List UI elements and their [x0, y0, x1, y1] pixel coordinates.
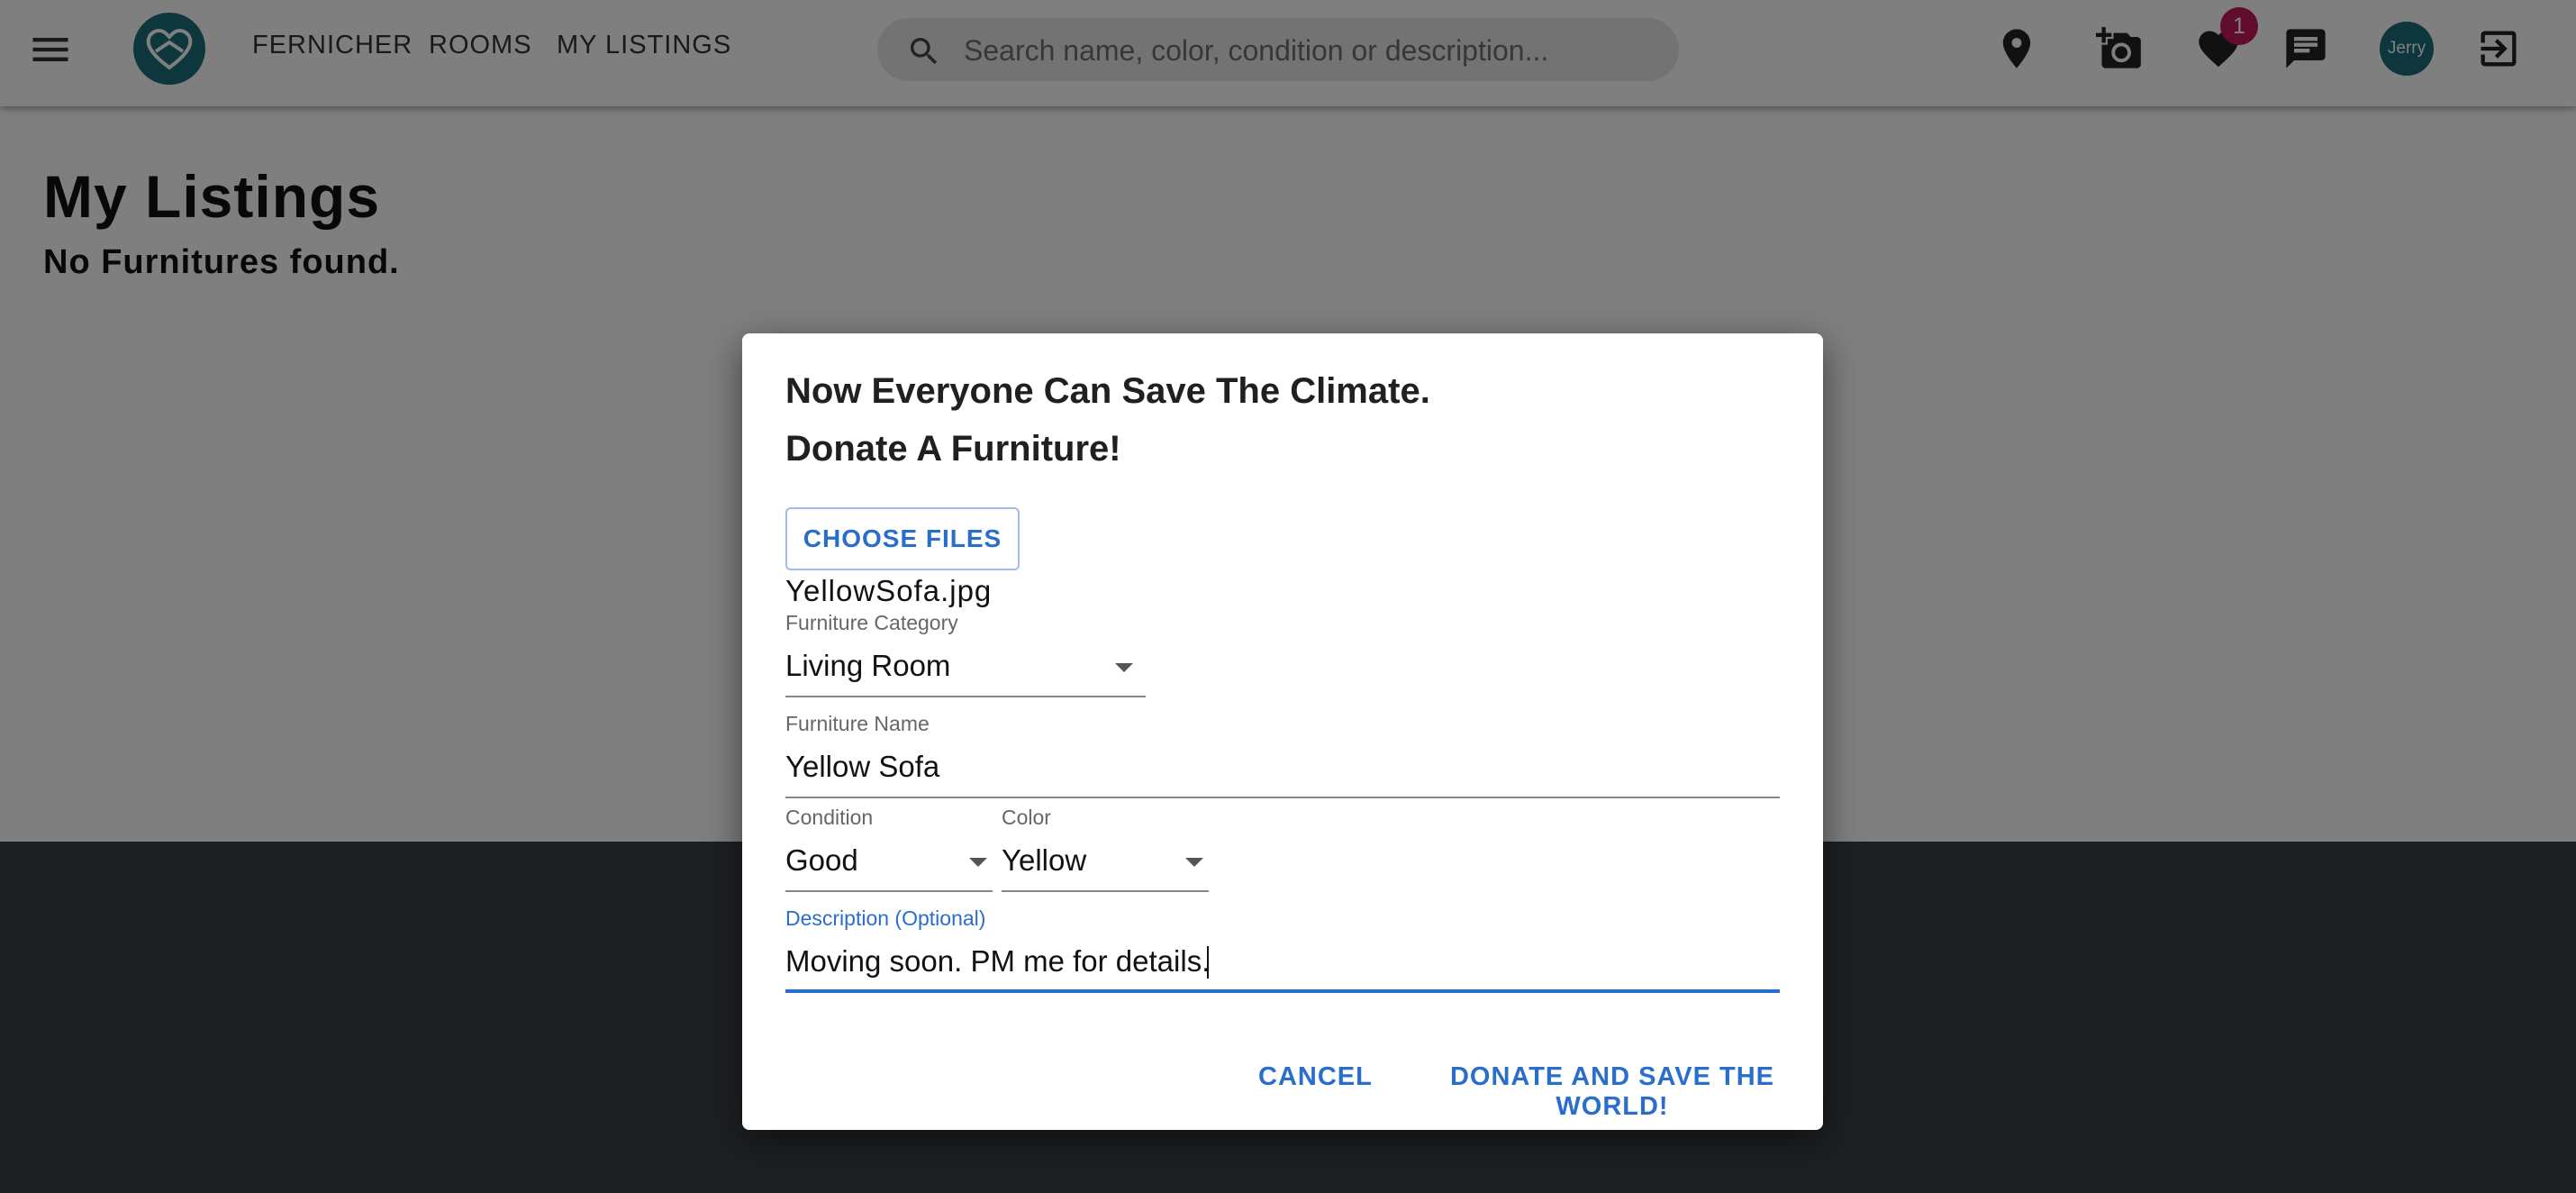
furniture-category-value[interactable]: Living Room	[785, 649, 950, 683]
field-underline	[785, 797, 1780, 798]
description-label: Description (Optional)	[785, 906, 986, 930]
description-input[interactable]: Moving soon. PM me for details.	[785, 944, 1210, 979]
field-underline	[1002, 890, 1209, 892]
chevron-down-icon[interactable]	[1185, 858, 1203, 867]
dialog-title-line-1: Now Everyone Can Save The Climate.	[785, 371, 1430, 411]
field-underline	[785, 890, 993, 892]
selected-file-name: YellowSofa.jpg	[785, 574, 993, 607]
donate-submit-button[interactable]: DONATE AND SAVE THE WORLD!	[1401, 1062, 1823, 1122]
cancel-button[interactable]: CANCEL	[1258, 1062, 1373, 1092]
furniture-category-label: Furniture Category	[785, 611, 958, 634]
color-value[interactable]: Yellow	[1002, 843, 1086, 878]
chevron-down-icon[interactable]	[1115, 663, 1133, 672]
color-label: Color	[1002, 806, 1051, 829]
furniture-name-label: Furniture Name	[785, 712, 930, 735]
furniture-name-input[interactable]: Yellow Sofa	[785, 750, 939, 784]
chevron-down-icon[interactable]	[969, 858, 987, 867]
condition-value[interactable]: Good	[785, 843, 858, 878]
field-underline-focused	[785, 989, 1780, 993]
donate-furniture-dialog: Now Everyone Can Save The Climate. Donat…	[742, 333, 1823, 1130]
choose-files-button[interactable]: CHOOSE FILES	[785, 507, 1020, 570]
text-cursor	[1207, 946, 1209, 979]
condition-label: Condition	[785, 806, 874, 829]
dialog-title-line-2: Donate A Furniture!	[785, 429, 1121, 469]
field-underline	[785, 696, 1146, 697]
